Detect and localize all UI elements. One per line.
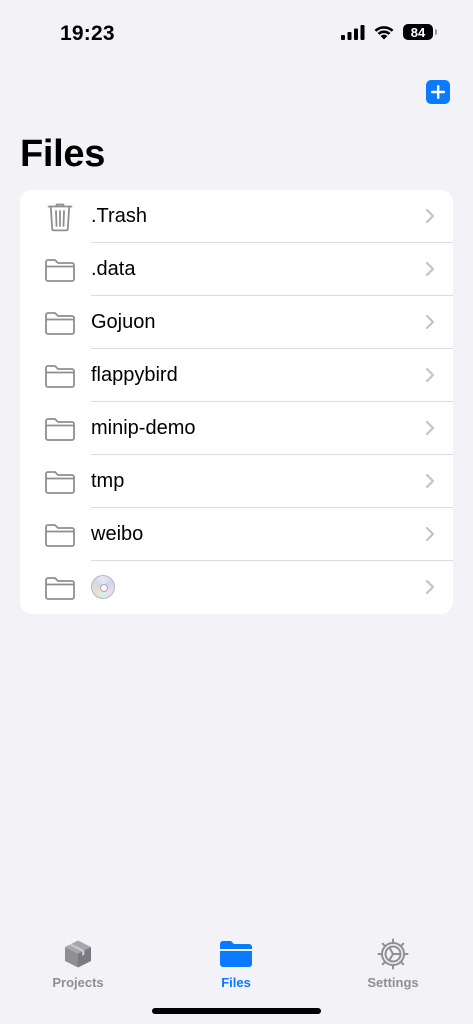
list-item-trash[interactable]: .Trash bbox=[20, 190, 453, 243]
item-label: 💿 bbox=[91, 575, 115, 605]
tab-label: Projects bbox=[52, 975, 104, 990]
battery-indicator: 84 bbox=[403, 24, 437, 40]
item-label: tmp bbox=[91, 470, 125, 492]
list-item-gojuon[interactable]: Gojuon bbox=[20, 296, 453, 349]
chevron-right-icon bbox=[425, 420, 435, 436]
chevron-right-icon bbox=[425, 314, 435, 330]
trash-icon bbox=[44, 202, 76, 232]
tab-projects[interactable]: Projects bbox=[18, 938, 138, 990]
chevron-right-icon bbox=[425, 473, 435, 489]
folder-icon bbox=[44, 255, 76, 285]
status-indicators: 84 bbox=[341, 24, 437, 40]
plus-icon bbox=[431, 85, 445, 99]
folder-icon bbox=[44, 520, 76, 550]
battery-level: 84 bbox=[410, 24, 426, 40]
add-button[interactable] bbox=[426, 80, 450, 104]
tab-label: Files bbox=[221, 975, 251, 990]
item-label: minip-demo bbox=[91, 417, 196, 439]
folder-icon bbox=[44, 467, 76, 497]
item-label: flappybird bbox=[91, 364, 178, 386]
folder-icon bbox=[44, 573, 76, 603]
folder-icon bbox=[44, 308, 76, 338]
item-label: .data bbox=[91, 258, 136, 280]
tab-settings[interactable]: Settings bbox=[333, 938, 453, 990]
list-item-disc[interactable]: 💿 bbox=[20, 561, 453, 614]
chevron-right-icon bbox=[425, 579, 435, 595]
file-list: .Trash .data Gojuon flappybird minip-dem… bbox=[20, 190, 453, 614]
list-item-weibo[interactable]: weibo bbox=[20, 508, 453, 561]
status-time: 19:23 bbox=[60, 22, 115, 45]
item-label: weibo bbox=[91, 523, 144, 545]
battery-cap bbox=[435, 29, 437, 35]
list-item-minip-demo[interactable]: minip-demo bbox=[20, 402, 453, 455]
gear-icon bbox=[376, 938, 410, 970]
folder-filled-icon bbox=[219, 938, 253, 970]
list-item-flappybird[interactable]: flappybird bbox=[20, 349, 453, 402]
folder-icon bbox=[44, 361, 76, 391]
tab-label: Settings bbox=[367, 975, 419, 990]
list-item-tmp[interactable]: tmp bbox=[20, 455, 453, 508]
item-label: .Trash bbox=[91, 205, 147, 227]
tab-bar: Projects Files Settings bbox=[0, 916, 473, 1024]
wifi-icon bbox=[374, 26, 394, 40]
chevron-right-icon bbox=[425, 367, 435, 383]
tab-files[interactable]: Files bbox=[176, 938, 296, 990]
signal-icon bbox=[341, 25, 365, 40]
item-label: Gojuon bbox=[91, 311, 156, 333]
disc-icon bbox=[91, 575, 115, 599]
home-indicator bbox=[152, 1008, 321, 1014]
chevron-right-icon bbox=[425, 526, 435, 542]
status-bar: 19:23 84 bbox=[0, 0, 473, 60]
chevron-right-icon bbox=[425, 208, 435, 224]
folder-icon bbox=[44, 414, 76, 444]
chevron-right-icon bbox=[425, 261, 435, 277]
page-title: Files bbox=[20, 133, 106, 175]
box-icon bbox=[61, 938, 95, 970]
list-item-data[interactable]: .data bbox=[20, 243, 453, 296]
